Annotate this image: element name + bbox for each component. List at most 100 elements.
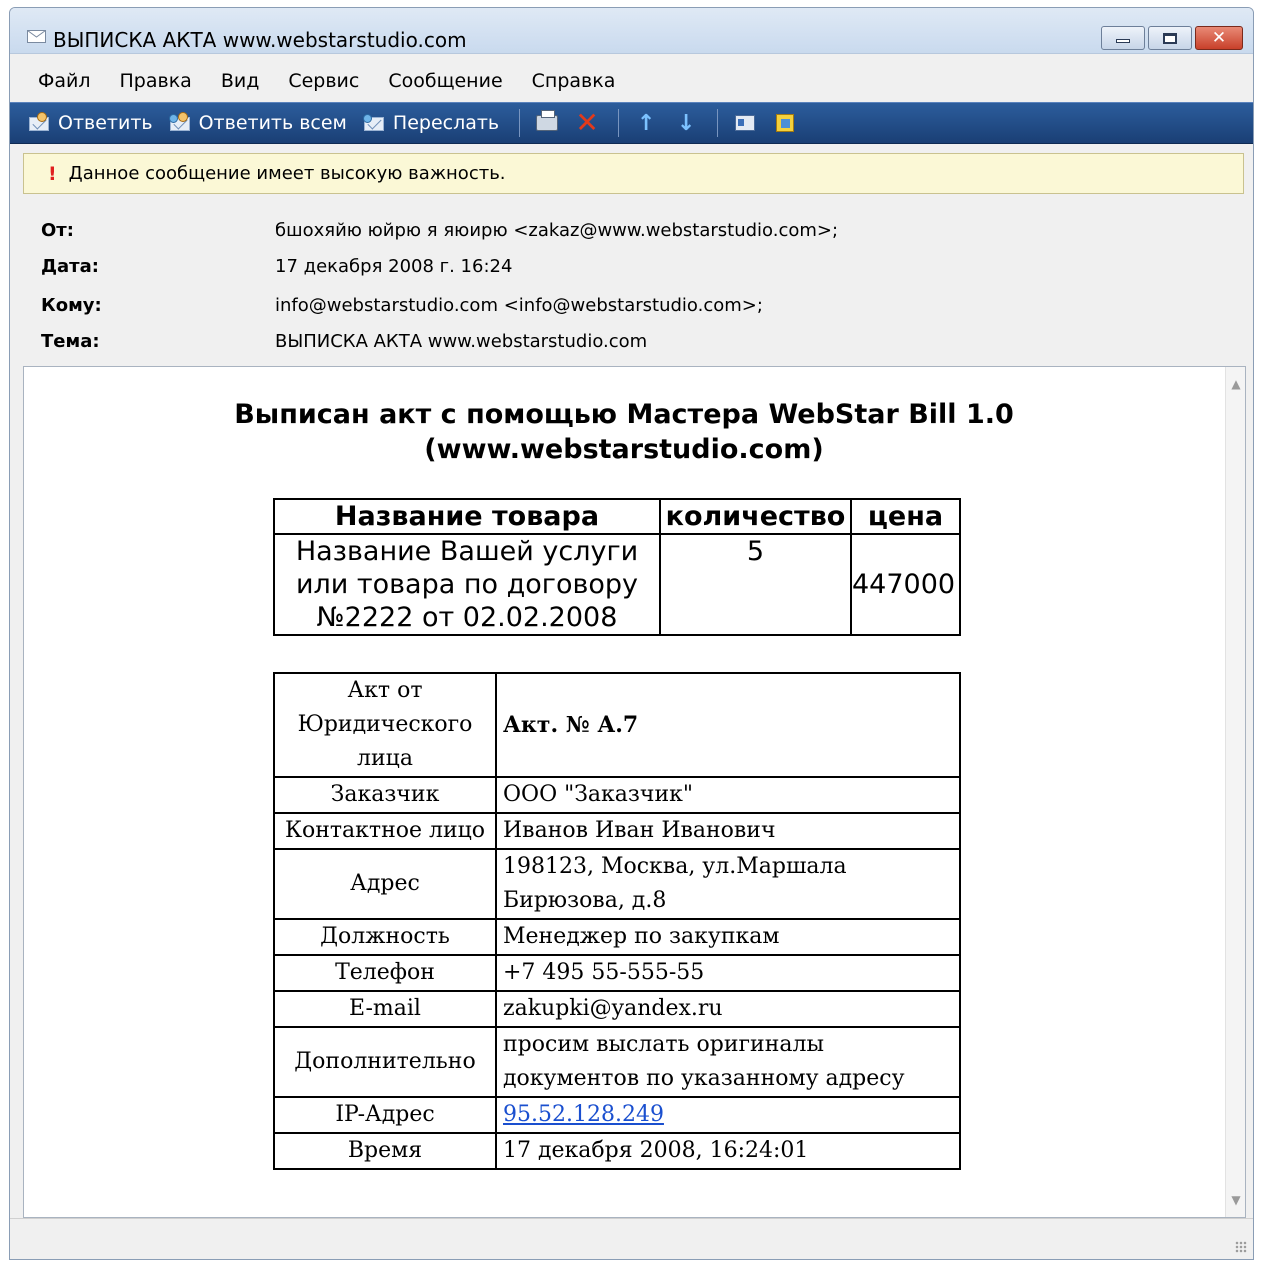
reply-button[interactable]: Ответить [28,112,153,134]
table-row: Должность Менеджер по закупкам [273,918,961,956]
time-key: Время [273,1132,497,1170]
menu-bar: Файл Правка Вид Сервис Сообщение Справка [10,66,1253,96]
header-date: Дата: 17 декабря 2008 г. 16:24 [10,256,1253,286]
maximize-icon [1163,32,1177,44]
items-table-header: Название товара количество цена [273,498,961,535]
table-row: E-mail zakupki@yandex.ru [273,990,961,1028]
column-header-price: цена [850,498,961,535]
subject-value: ВЫПИСКА АКТА www.webstarstudio.com [275,331,648,352]
forward-button[interactable]: Переслать [362,112,500,134]
contact-key: Контактное лицо [273,812,497,850]
importance-icon: ! [48,162,57,185]
next-message-button[interactable]: ↓ [673,110,699,136]
to-value[interactable]: info@webstarstudio.com <info@webstarstud… [275,295,763,316]
table-row: Заказчик ООО "Заказчик" [273,776,961,814]
menu-help[interactable]: Справка [532,70,616,92]
to-label: Кому: [41,295,102,316]
vertical-scrollbar[interactable]: ▲ ▼ [1225,367,1245,1217]
forward-label: Переслать [392,112,500,134]
close-button[interactable]: ✕ [1195,26,1243,50]
resize-grip-icon[interactable] [1235,1241,1247,1253]
table-row: Дополнительно просим выслать оригиналы д… [273,1026,961,1098]
column-header-quantity: количество [659,498,852,535]
email-key: E-mail [273,990,497,1028]
email-value: zakupki@yandex.ru [495,990,961,1028]
item-price: 447000 [850,533,961,636]
column-header-name: Название товара [273,498,661,535]
ip-address-cell: 95.52.128.249 [495,1096,961,1134]
minimize-button[interactable] [1101,26,1145,50]
table-row: IP-Адрес 95.52.128.249 [273,1096,961,1134]
contact-card-icon [735,115,756,131]
toolbar: Ответить Ответить всем Переслать ✕ ↑ ↓ [10,102,1253,144]
reply-label: Ответить [58,112,153,134]
delete-button[interactable]: ✕ [574,106,600,139]
document-title-line-2: (www.webstarstudio.com) [424,434,824,465]
address-book-icon [776,114,795,132]
date-value: 17 декабря 2008 г. 16:24 [275,256,513,277]
menu-edit[interactable]: Правка [120,70,192,92]
additional-value: просим выслать оригиналы документов по у… [495,1026,961,1098]
contact-value: Иванов Иван Иванович [495,812,961,850]
act-key: Акт от Юридического лица [273,672,497,778]
importance-bar: ! Данное сообщение имеет высокую важност… [23,153,1244,194]
menu-file[interactable]: Файл [38,70,91,92]
table-row: Телефон +7 495 55-555-55 [273,954,961,992]
reply-icon [28,112,52,134]
act-value: Акт. № А.7 [495,672,961,778]
status-bar [10,1218,1253,1259]
table-row: Название Вашей услуги или товара по дого… [273,533,961,636]
window-controls: ✕ [1098,26,1243,50]
arrow-up-icon: ↑ [636,110,656,136]
items-table: Название товара количество цена Название… [273,498,961,636]
phone-key: Телефон [273,954,497,992]
address-book-button[interactable] [772,110,798,136]
document-title-line-1: Выписан акт с помощью Мастера WebStar Bi… [234,399,1014,430]
header-to: Кому: info@webstarstudio.com <info@webst… [10,295,1253,325]
arrow-down-icon: ↓ [676,110,696,136]
header-subject: Тема: ВЫПИСКА АКТА www.webstarstudio.com [10,331,1253,361]
table-row: Адрес 198123, Москва, ул.Маршала Бирюзов… [273,848,961,920]
act-details-table: Акт от Юридического лица Акт. № А.7 Зака… [273,672,961,1170]
header-from: От: бшохяйю юйрю я яюирю <zakaz@www.webs… [10,220,1253,250]
position-key: Должность [273,918,497,956]
toolbar-separator [519,109,521,137]
menu-view[interactable]: Вид [221,70,260,92]
envelope-icon [27,30,46,43]
item-name: Название Вашей услуги или товара по дого… [273,533,661,636]
contacts-button[interactable] [732,110,758,136]
subject-label: Тема: [41,331,100,352]
ip-address-key: IP-Адрес [273,1096,497,1134]
printer-icon [536,110,559,131]
delete-icon: ✕ [575,106,599,139]
ip-address-link[interactable]: 95.52.128.249 [503,1102,664,1127]
reply-all-icon [168,112,193,134]
message-window: ВЫПИСКА АКТА www.webstarstudio.com ✕ Фай… [9,7,1254,1260]
additional-key: Дополнительно [273,1026,497,1098]
position-value: Менеджер по закупкам [495,918,961,956]
customer-value: ООО "Заказчик" [495,776,961,814]
address-key: Адрес [273,848,497,920]
customer-key: Заказчик [273,776,497,814]
title-bar[interactable]: ВЫПИСКА АКТА www.webstarstudio.com ✕ [10,8,1253,54]
from-value[interactable]: бшохяйю юйрю я яюирю <zakaz@www.webstars… [275,220,838,241]
from-label: От: [41,220,74,241]
close-icon: ✕ [1211,27,1227,48]
reply-all-button[interactable]: Ответить всем [168,112,347,134]
menu-tools[interactable]: Сервис [288,70,359,92]
minimize-icon [1116,39,1130,43]
scroll-down-icon[interactable]: ▼ [1229,1193,1243,1207]
forward-icon [362,112,387,134]
address-value: 198123, Москва, ул.Маршала Бирюзова, д.8 [495,848,961,920]
menu-message[interactable]: Сообщение [388,70,502,92]
importance-text: Данное сообщение имеет высокую важность. [68,163,506,184]
print-button[interactable] [534,110,560,136]
time-value: 17 декабря 2008, 16:24:01 [495,1132,961,1170]
message-body[interactable]: Выписан акт с помощью Мастера WebStar Bi… [23,366,1246,1218]
maximize-button[interactable] [1148,26,1192,50]
phone-value: +7 495 55-555-55 [495,954,961,992]
previous-message-button[interactable]: ↑ [633,110,659,136]
date-label: Дата: [41,256,99,277]
scroll-up-icon[interactable]: ▲ [1229,377,1243,391]
table-row: Время 17 декабря 2008, 16:24:01 [273,1132,961,1170]
